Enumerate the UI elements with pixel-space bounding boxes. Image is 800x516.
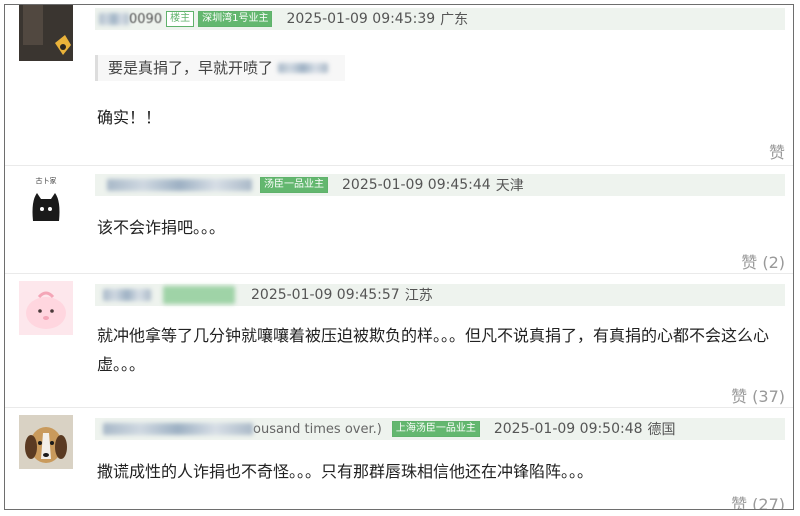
dog-avatar-icon	[19, 415, 73, 469]
comment-location: 德国	[647, 422, 676, 438]
quote-blurred	[277, 63, 328, 73]
username-blurred[interactable]	[107, 179, 252, 191]
avatar[interactable]	[19, 5, 73, 61]
like-button[interactable]: 赞	[769, 139, 785, 163]
comment-time: 2025-01-09 09:50:48	[493, 421, 643, 437]
comment-time: 2025-01-09 09:45:44	[342, 177, 491, 193]
username-blurred[interactable]	[103, 289, 151, 301]
comment-meta: 汤臣一品业主 2025-01-09 09:45:44 天津	[95, 174, 785, 196]
like-button[interactable]: 赞 (2)	[741, 249, 785, 273]
quote-text: 要是真捐了，早就开喷了	[108, 59, 274, 77]
comment-item: 2025-01-09 09:45:57 江苏 就冲他拿等了几分钟就嚷嚷着被压迫被…	[5, 273, 793, 407]
comment-meta: ousand times over.) 上海汤臣一品业主 2025-01-09 …	[95, 418, 785, 440]
comment-location: 广东	[440, 12, 469, 28]
badge-owner: 汤臣一品业主	[260, 177, 328, 193]
comment-location: 江苏	[404, 288, 433, 304]
username-visible[interactable]: 0090	[129, 12, 162, 27]
username-visible[interactable]: ousand times over.)	[253, 422, 382, 437]
avatar[interactable]	[19, 415, 73, 469]
avatar-text: 古卜家	[36, 176, 57, 185]
comment-item: ousand times over.) 上海汤臣一品业主 2025-01-09 …	[5, 407, 793, 509]
comment-item: 古卜家 汤臣一品业主 2025-01-09 09:45:44 天津 该不会诈捐吧…	[5, 165, 793, 273]
comment-location: 天津	[495, 178, 524, 194]
avatar[interactable]	[19, 281, 73, 335]
avatar-image	[19, 5, 73, 61]
like-button[interactable]: 赞 (27)	[731, 491, 785, 509]
comment-text: 该不会诈捐吧。。。	[97, 218, 226, 237]
comment-time: 2025-01-09 09:45:57	[251, 287, 400, 303]
quoted-comment: 要是真捐了，早就开喷了	[95, 55, 345, 81]
username-blurred[interactable]	[103, 423, 253, 435]
comment-meta: 2025-01-09 09:45:57 江苏	[95, 284, 785, 306]
avatar[interactable]: 古卜家	[19, 173, 73, 227]
comment-list: 0090 楼主 深圳湾1号业主 2025-01-09 09:45:39 广东 要…	[4, 4, 794, 510]
badge-owner: 深圳湾1号业主	[198, 11, 273, 27]
badge-op: 楼主	[166, 11, 195, 27]
username-blurred[interactable]	[99, 13, 129, 25]
comment-time: 2025-01-09 09:45:39	[286, 11, 436, 27]
comment-item: 0090 楼主 深圳湾1号业主 2025-01-09 09:45:39 广东 要…	[5, 5, 793, 163]
pink-creature-avatar-icon	[19, 281, 73, 335]
badge-blurred	[163, 286, 235, 304]
comment-text: 就冲他拿等了几分钟就嚷嚷着被压迫被欺负的样。。。但凡不说真捐了，有真捐的心都不会…	[97, 326, 770, 374]
like-button[interactable]: 赞 (37)	[731, 383, 785, 407]
badge-owner: 上海汤臣一品业主	[391, 421, 480, 437]
comment-text: 撒谎成性的人诈捐也不奇怪。。。只有那群唇珠相信他还在冲锋陷阵。。。	[97, 462, 594, 481]
cat-avatar-icon: 古卜家	[19, 173, 73, 227]
comment-text: 确实！！	[97, 108, 162, 127]
comment-meta: 0090 楼主 深圳湾1号业主 2025-01-09 09:45:39 广东	[95, 8, 785, 30]
